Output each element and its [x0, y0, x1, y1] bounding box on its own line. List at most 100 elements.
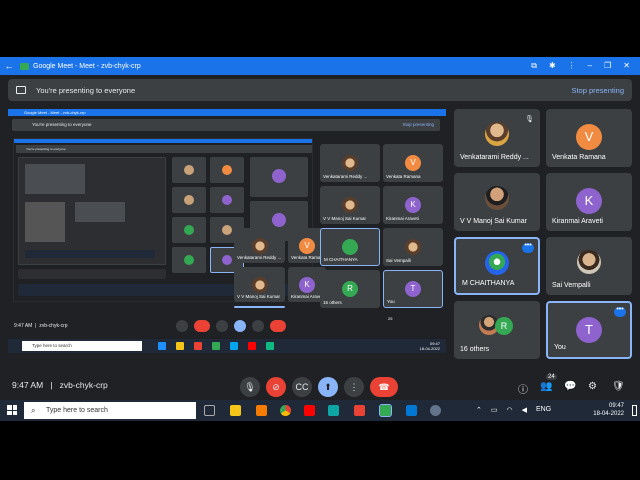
- browser-title-text: Google Meet - Meet - zvb-chyk-crp: [33, 62, 141, 70]
- avatar: [184, 254, 194, 265]
- nested-taskbar: Type here to search 09:47 18-04-2022: [8, 339, 446, 353]
- nested-taskbar-icon: [248, 342, 256, 350]
- avatar: [577, 249, 601, 274]
- participant-name: 16 others: [460, 346, 490, 353]
- participant-name: Venkatarami Reddy ...: [460, 154, 529, 161]
- camera-off-button[interactable]: ⊘: [266, 377, 286, 397]
- nested-taskbar-icon: [176, 342, 184, 350]
- nested-tile-name: Sai Vempalli: [386, 258, 411, 263]
- chat-icon[interactable]: 💬: [564, 381, 576, 392]
- participant-name: Sai Vempalli: [552, 282, 591, 289]
- avatar: [485, 250, 509, 275]
- avatar: [272, 213, 286, 227]
- nested2-tile: [250, 157, 308, 197]
- nested-tile-name: Kiranmai Araveti: [291, 294, 324, 299]
- avatar: [272, 169, 286, 183]
- meet-window: ← Google Meet - Meet - zvb-chyk-crp ⧉ ✱ …: [0, 57, 640, 421]
- nested-camera-button: [194, 320, 210, 332]
- minimize-icon[interactable]: –: [588, 61, 592, 71]
- notifications-icon[interactable]: [632, 405, 637, 416]
- avatar: V: [299, 237, 315, 254]
- menu-icon[interactable]: ⋮: [568, 61, 576, 71]
- youtube-icon[interactable]: [304, 405, 315, 416]
- stop-presenting-button[interactable]: Stop presenting: [571, 86, 624, 95]
- battery-icon[interactable]: ▭: [491, 406, 498, 414]
- meeting-info: 9:47 AM | zvb-chyk-crp: [12, 380, 108, 390]
- people-icon[interactable]: 👥: [540, 381, 552, 392]
- participant-tile-venkata[interactable]: V Venkata Ramana: [546, 109, 632, 167]
- app-icon[interactable]: [430, 405, 441, 416]
- maximize-icon[interactable]: ❐: [604, 61, 611, 71]
- nested-tray: 09:47 18-04-2022: [420, 341, 440, 351]
- captions-button[interactable]: CC: [292, 377, 312, 397]
- app-icon[interactable]: [354, 405, 365, 416]
- taskbar-search[interactable]: ⌕ Type here to search: [24, 402, 196, 419]
- end-call-button[interactable]: ☎: [370, 377, 398, 397]
- network-icon[interactable]: ⌃: [476, 406, 482, 414]
- volume-icon[interactable]: ◀: [522, 406, 527, 414]
- nested-tile-name: Venkatarami Reddy ...: [237, 255, 282, 260]
- nested3-taskbar: [25, 250, 155, 258]
- present-button[interactable]: ⬆: [318, 377, 338, 397]
- open-in-browser-icon[interactable]: ⧉: [531, 61, 537, 71]
- nested-taskbar-icon: [158, 342, 166, 350]
- file-explorer-icon[interactable]: [230, 405, 241, 416]
- meet-app-icon[interactable]: [379, 404, 392, 417]
- avatar: [184, 164, 194, 175]
- browser-title-bar: ← Google Meet - Meet - zvb-chyk-crp ⧉ ✱ …: [0, 57, 640, 75]
- chrome-icon[interactable]: [280, 405, 291, 416]
- language-indicator[interactable]: ENG: [536, 406, 551, 414]
- more-options-button[interactable]: ⋮: [344, 377, 364, 397]
- participants-count: 24: [546, 374, 557, 380]
- participant-tile-sai[interactable]: Sai Vempalli: [546, 237, 632, 295]
- app-icon[interactable]: [256, 405, 267, 416]
- avatar: R: [342, 280, 358, 297]
- nested-taskbar-icon: [194, 342, 202, 350]
- activities-icon[interactable]: ⚙: [588, 381, 597, 392]
- back-arrow-icon[interactable]: ←: [4, 57, 14, 75]
- avatar: [222, 255, 232, 266]
- avatar: K: [576, 188, 602, 215]
- wifi-icon[interactable]: ◠: [507, 406, 513, 414]
- participant-tile-kiranmai[interactable]: K Kiranmai Araveti: [546, 173, 632, 231]
- participant-tile-venkatarami[interactable]: 🎙 Venkatarami Reddy ...: [454, 109, 540, 167]
- clock[interactable]: 09:47 18-04-2022: [593, 402, 624, 418]
- avatar: [342, 239, 358, 256]
- nested2-tile: [172, 187, 206, 213]
- presenting-message: You're presenting to everyone: [36, 85, 136, 95]
- extensions-icon[interactable]: ✱: [549, 61, 556, 71]
- nested-present-button: [234, 320, 246, 332]
- host-controls-icon[interactable]: 🛡: [612, 381, 625, 392]
- more-options-icon[interactable]: •••: [522, 242, 534, 253]
- avatar: T: [405, 281, 421, 298]
- system-tray-icons: ⌃ ▭ ◠ ◀ ENG: [476, 406, 551, 414]
- nested2-tile: [172, 157, 206, 183]
- avatar: [184, 224, 194, 235]
- meeting-details-icon[interactable]: ⓘ: [518, 381, 528, 396]
- meeting-time: 9:47 AM: [12, 380, 44, 390]
- participant-tile-manoj[interactable]: V V Manoj Sai Kumar: [454, 173, 540, 231]
- search-placeholder: Type here to search: [46, 407, 108, 414]
- nested-tile-name: Venkatarami Reddy ...: [323, 174, 368, 179]
- nested-title-bar: Google Meet - Meet - zvb-chyk-crp: [8, 109, 446, 116]
- avatar: [251, 276, 268, 293]
- nested-stop-presenting: Stop presenting: [402, 122, 434, 127]
- avatar: R: [495, 316, 513, 335]
- nested-tile-r: Venkatarami Reddy ...: [320, 144, 380, 182]
- participant-tile-others[interactable]: R 16 others: [454, 301, 540, 359]
- task-view-icon[interactable]: [204, 405, 215, 416]
- avatar: V: [405, 154, 421, 171]
- participant-tile-chaithanya[interactable]: ••• M CHAITHANYA: [454, 237, 540, 295]
- close-icon[interactable]: ✕: [623, 61, 630, 71]
- nested-tile: V V Manoj Sai Kumar: [234, 267, 285, 302]
- app-icon[interactable]: [328, 405, 339, 416]
- avatar: [222, 164, 232, 175]
- participant-tile-you[interactable]: T ••• You: [546, 301, 632, 359]
- avatar: [342, 154, 358, 171]
- avatar: K: [299, 276, 315, 293]
- nested-tile-r: V Venkata Ramana: [383, 144, 443, 182]
- app-icon[interactable]: [406, 405, 417, 416]
- windows-start-icon[interactable]: [7, 405, 17, 415]
- mic-button[interactable]: 🎙: [240, 377, 260, 397]
- more-options-icon[interactable]: •••: [614, 306, 626, 317]
